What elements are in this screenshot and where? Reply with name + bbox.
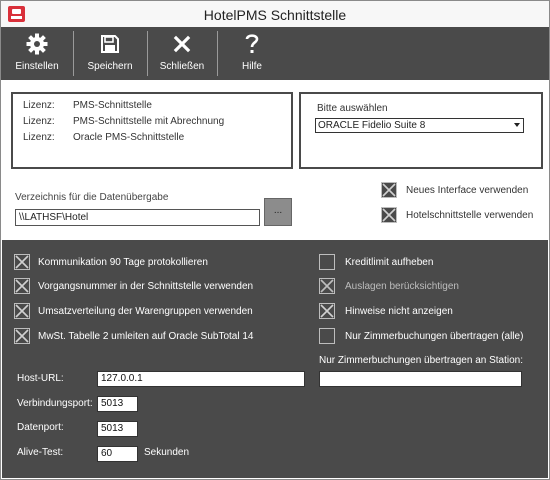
settings-top-panel: Lizenz: PMS-Schnittstelle Lizenz: PMS-Sc… [1, 80, 549, 240]
schliessen-button[interactable]: Schließen [149, 27, 215, 80]
host-url-label: Host-URL: [17, 373, 64, 384]
license-value: PMS-Schnittstelle [73, 100, 152, 111]
credit-limit-label: Kreditlimit aufheben [345, 257, 434, 268]
hide-hints-checkbox[interactable] [319, 303, 335, 319]
dropdown-arrow-icon [514, 123, 520, 127]
protocol-90-days-checkbox[interactable] [14, 254, 30, 270]
help-icon [219, 33, 285, 55]
toolbar: Einstellen Speichern Schließen Hilfe [1, 27, 549, 80]
vat-table-redirect-label: MwSt. Tabelle 2 umleiten auf Oracle SubT… [38, 331, 254, 342]
directory-input[interactable]: \\LATHSF\Hotel [15, 209, 260, 226]
check-x-icon [15, 304, 29, 318]
alive-test-input[interactable]: 60 [97, 446, 138, 462]
expenses-checkbox[interactable] [319, 278, 335, 294]
app-window: HotelPMS Schnittstelle Einstellen Speich… [0, 0, 550, 480]
expenses-label: Auslagen berücksichtigen [345, 281, 459, 292]
save-icon [75, 33, 145, 55]
close-icon [149, 33, 215, 55]
station-label: Nur Zimmerbuchungen übertragen an Statio… [319, 355, 524, 366]
new-interface-label: Neues Interface verwenden [406, 185, 529, 196]
toolbar-divider [217, 31, 218, 76]
check-x-icon [320, 279, 334, 293]
check-x-icon [382, 183, 396, 197]
browse-button[interactable]: ... [264, 198, 292, 226]
room-bookings-only-checkbox[interactable] [319, 328, 335, 344]
hotel-interface-checkbox[interactable] [381, 207, 397, 223]
data-port-label: Datenport: [17, 422, 64, 433]
settings-options-panel: Kommunikation 90 Tage protokollieren Vor… [2, 240, 548, 478]
toolbar-divider [73, 31, 74, 76]
connection-port-input[interactable]: 5013 [97, 396, 138, 412]
check-x-icon [15, 255, 29, 269]
connection-port-label: Verbindungsport: [17, 398, 93, 409]
revenue-distribution-checkbox[interactable] [14, 303, 30, 319]
transaction-number-label: Vorgangsnummer in der Schnittstelle verw… [38, 281, 254, 292]
credit-limit-checkbox[interactable] [319, 254, 335, 270]
title-bar: HotelPMS Schnittstelle [1, 1, 549, 27]
license-key: Lizenz: [23, 132, 55, 143]
selection-label: Bitte auswählen [317, 103, 388, 114]
station-input[interactable] [319, 371, 522, 387]
license-key: Lizenz: [23, 116, 55, 127]
host-url-input[interactable]: 127.0.0.1 [97, 371, 305, 387]
window-title: HotelPMS Schnittstelle [203, 7, 347, 23]
data-port-input[interactable]: 5013 [97, 421, 138, 437]
gear-icon [3, 33, 71, 55]
schliessen-label: Schließen [159, 61, 205, 72]
einstellen-label: Einstellen [15, 61, 59, 72]
license-key: Lizenz: [23, 100, 55, 111]
einstellen-button[interactable]: Einstellen [3, 27, 71, 80]
speichern-button[interactable]: Speichern [75, 27, 145, 80]
license-value: PMS-Schnittstelle mit Abrechnung [73, 116, 225, 127]
pms-system-value: ORACLE Fidelio Suite 8 [318, 120, 426, 131]
alive-test-unit: Sekunden [144, 447, 190, 458]
license-box: Lizenz: PMS-Schnittstelle Lizenz: PMS-Sc… [11, 92, 293, 169]
new-interface-checkbox[interactable] [381, 182, 397, 198]
hilfe-label: Hilfe [241, 61, 262, 72]
toolbar-divider [147, 31, 148, 76]
check-x-icon [15, 329, 29, 343]
vat-table-redirect-checkbox[interactable] [14, 328, 30, 344]
check-x-icon [15, 279, 29, 293]
room-bookings-only-label: Nur Zimmerbuchungen übertragen (alle) [345, 331, 524, 342]
speichern-label: Speichern [87, 61, 133, 72]
check-x-icon [320, 304, 334, 318]
directory-label: Verzeichnis für die Datenübergabe [15, 192, 169, 203]
pms-selection-box: Bitte auswählen ORACLE Fidelio Suite 8 [299, 92, 543, 169]
alive-test-label: Alive-Test: [17, 447, 64, 458]
hilfe-button[interactable]: Hilfe [219, 27, 285, 80]
revenue-distribution-label: Umsatzverteilung der Warengruppen verwen… [38, 306, 253, 317]
license-value: Oracle PMS-Schnittstelle [73, 132, 185, 143]
hotel-interface-label: Hotelschnittstelle verwenden [406, 210, 534, 221]
transaction-number-checkbox[interactable] [14, 278, 30, 294]
check-x-icon [382, 208, 396, 222]
pms-system-select[interactable]: ORACLE Fidelio Suite 8 [315, 118, 524, 133]
protocol-90-days-label: Kommunikation 90 Tage protokollieren [38, 257, 208, 268]
hide-hints-label: Hinweise nicht anzeigen [345, 306, 453, 317]
